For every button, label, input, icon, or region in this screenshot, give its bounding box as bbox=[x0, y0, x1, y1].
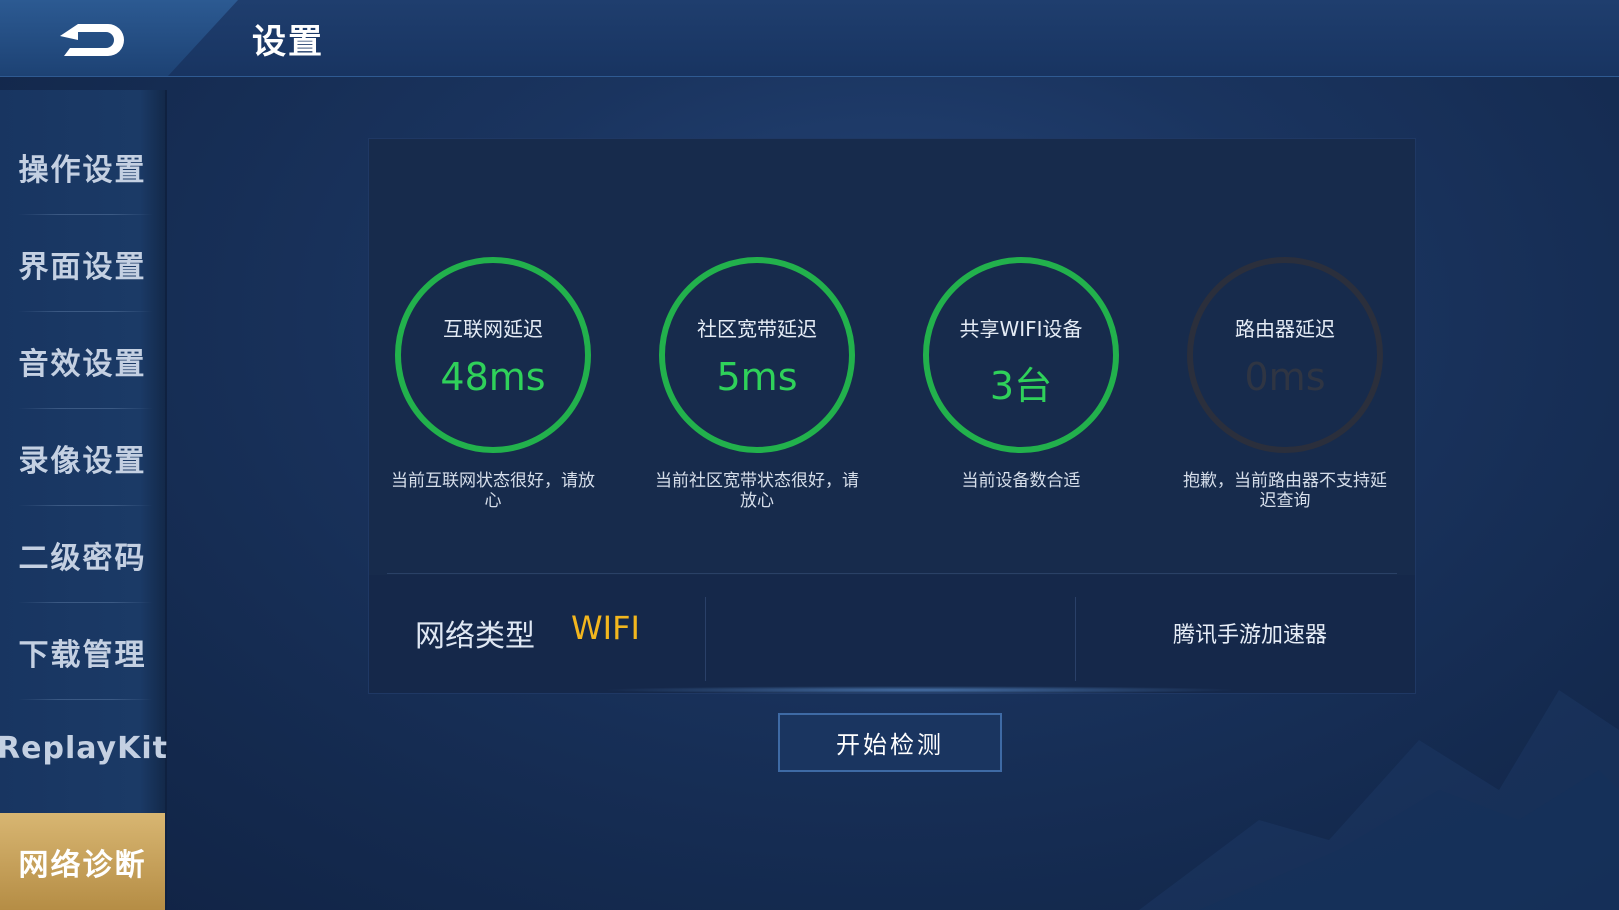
header-bar: 设置 bbox=[0, 0, 1619, 77]
metric-value: 48ms bbox=[440, 355, 546, 399]
divider bbox=[705, 597, 706, 681]
start-detection-button[interactable]: 开始检测 bbox=[778, 713, 1002, 772]
sidebar-item-download-management[interactable]: 下载管理 bbox=[0, 603, 165, 700]
network-diagnosis-panel: 互联网延迟 48ms 当前互联网状态很好，请放心 社区宽带延迟 5ms 当前社区… bbox=[368, 138, 1416, 694]
metric-value: 0ms bbox=[1244, 355, 1326, 399]
metric-value: 3台 bbox=[989, 364, 1053, 408]
metric-description: 当前社区宽带状态很好，请放心 bbox=[655, 471, 859, 511]
sidebar-item-control-settings[interactable]: 操作设置 bbox=[0, 118, 165, 215]
sidebar-item-label: 录像设置 bbox=[18, 443, 147, 479]
metric-value: 5ms bbox=[716, 355, 798, 399]
sidebar-item-sound-settings[interactable]: 音效设置 bbox=[0, 312, 165, 409]
sidebar-item-label: 二级密码 bbox=[18, 540, 147, 576]
sidebar-item-label: 操作设置 bbox=[18, 152, 147, 188]
sidebar-item-label: 网络诊断 bbox=[18, 847, 147, 883]
sidebar-item-interface-settings[interactable]: 界面设置 bbox=[0, 215, 165, 312]
sidebar-item-replaykit[interactable]: ReplayKit bbox=[0, 700, 168, 797]
network-type-value: WIFI bbox=[571, 609, 640, 647]
divider bbox=[1075, 597, 1076, 681]
metric-description: 当前互联网状态很好，请放心 bbox=[391, 471, 595, 511]
metric-description: 当前设备数合适 bbox=[961, 471, 1081, 491]
panel-glow bbox=[600, 686, 1240, 694]
sidebar-item-label: 音效设置 bbox=[18, 346, 147, 382]
network-info-row: 网络类型 WIFI 腾讯手游加速器 bbox=[369, 575, 1415, 693]
sidebar-item-label: ReplayKit bbox=[0, 731, 168, 766]
back-arrow-icon[interactable] bbox=[56, 18, 128, 62]
metric-label: 共享WIFI设备 bbox=[959, 317, 1083, 341]
sidebar-item-recording-settings[interactable]: 录像设置 bbox=[0, 409, 165, 506]
tencent-accelerator-link[interactable]: 腾讯手游加速器 bbox=[1173, 617, 1327, 649]
metric-label: 路由器延迟 bbox=[1235, 317, 1335, 341]
sidebar: 操作设置 界面设置 音效设置 录像设置 二级密码 下载管理 ReplayKit … bbox=[0, 90, 167, 910]
metric-description: 抱歉，当前路由器不支持延迟查询 bbox=[1183, 471, 1387, 511]
metric-label: 互联网延迟 bbox=[443, 317, 543, 341]
sidebar-item-label: 界面设置 bbox=[18, 249, 147, 285]
metric-label: 社区宽带延迟 bbox=[697, 317, 817, 341]
network-type-label: 网络类型 bbox=[415, 619, 535, 654]
sidebar-item-network-diagnosis[interactable]: 网络诊断 bbox=[0, 813, 165, 910]
panel-divider bbox=[387, 573, 1397, 574]
page-title: 设置 bbox=[252, 22, 324, 62]
sidebar-item-secondary-password[interactable]: 二级密码 bbox=[0, 506, 165, 603]
sidebar-item-label: 下载管理 bbox=[18, 637, 147, 673]
